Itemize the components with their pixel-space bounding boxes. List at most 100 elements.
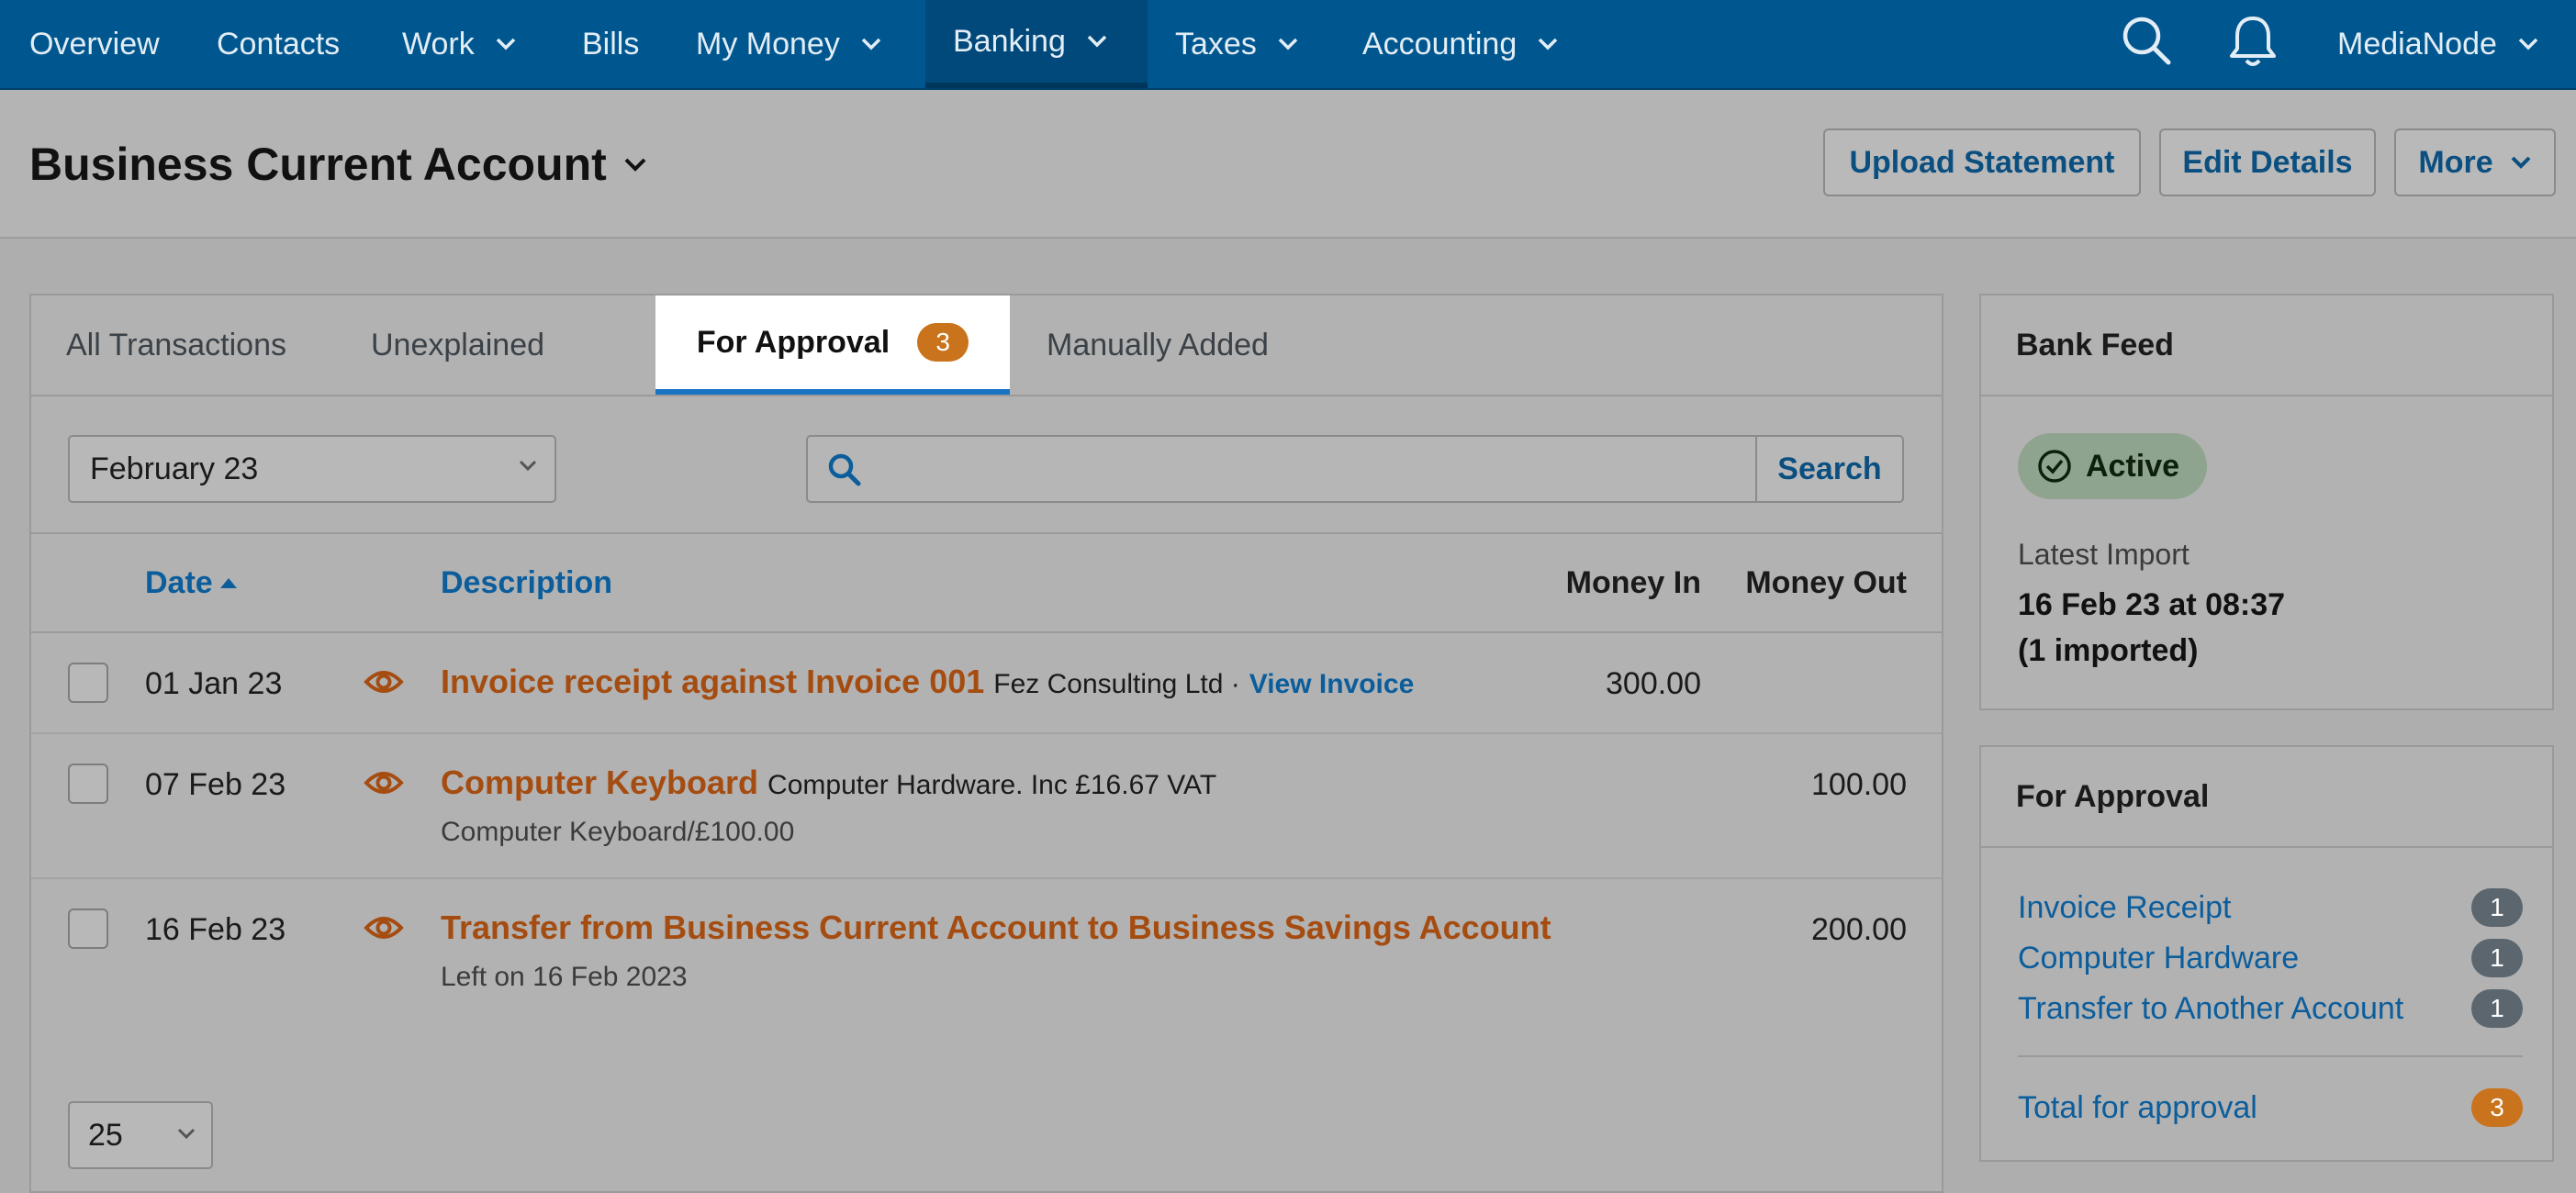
bank-feed-card: Bank Feed Active Latest Import 16 Feb 23…: [1979, 294, 2554, 710]
nav-contacts[interactable]: Contacts: [217, 0, 340, 88]
row-title-link[interactable]: Invoice receipt against Invoice 001: [441, 663, 984, 701]
row-meta: Computer Hardware. Inc £16.67 VAT: [767, 770, 1217, 800]
description-column-header[interactable]: Description: [441, 534, 612, 631]
row-date: 07 Feb 23: [145, 767, 286, 802]
eye-icon[interactable]: [364, 666, 404, 702]
row-money-out: 200.00: [1811, 912, 1907, 947]
per-page-value: 25: [88, 1117, 123, 1153]
chevron-down-icon: [1277, 37, 1299, 51]
table-row[interactable]: 16 Feb 23 Transfer from Business Current…: [31, 879, 1942, 1026]
check-circle-icon: [2036, 448, 2073, 485]
chevron-down-icon: [495, 37, 517, 51]
chevron-down-icon: [2510, 155, 2532, 170]
money-in-column-header: Money In: [1566, 534, 1701, 631]
tab-manual-label: Manually Added: [1047, 327, 1269, 362]
page-title: Business Current Account: [29, 139, 607, 190]
account-header: Business Current Account Upload Statemen…: [0, 90, 2576, 239]
search-input[interactable]: [881, 444, 1739, 496]
approval-item-transfer[interactable]: Transfer to Another Account 1: [2018, 986, 2523, 1031]
nav-work[interactable]: Work: [402, 0, 517, 88]
eye-icon[interactable]: [364, 912, 404, 948]
bell-icon[interactable]: [2225, 13, 2280, 72]
edit-details-button[interactable]: Edit Details: [2159, 128, 2376, 196]
bank-feed-title: Bank Feed: [1981, 295, 2552, 396]
month-select[interactable]: February 23: [68, 435, 556, 503]
row-date: 01 Jan 23: [145, 666, 283, 701]
tab-for-approval[interactable]: For Approval 3: [655, 295, 1010, 395]
eye-icon[interactable]: [364, 767, 404, 803]
search-icon: [826, 452, 863, 493]
month-select-value: February 23: [90, 451, 259, 486]
tab-all-transactions[interactable]: All Transactions: [66, 295, 286, 395]
nav-bills-label: Bills: [582, 26, 640, 61]
search-button[interactable]: Search: [1755, 435, 1904, 503]
filter-bar: February 23 Search: [31, 396, 1942, 534]
approval-item-computer-hardware[interactable]: Computer Hardware 1: [2018, 935, 2523, 981]
nav-bills[interactable]: Bills: [582, 0, 639, 88]
row-checkbox[interactable]: [68, 663, 108, 703]
tab-manually-added[interactable]: Manually Added: [1047, 295, 1269, 395]
approval-item-invoice-receipt[interactable]: Invoice Receipt 1: [2018, 885, 2523, 931]
latest-import-value: 16 Feb 23 at 08:37 (1 imported): [2018, 582, 2285, 674]
nav-overview-label: Overview: [29, 26, 160, 61]
for-approval-title: For Approval: [1981, 747, 2552, 848]
total-count-badge: 3: [2471, 1088, 2523, 1127]
search-field[interactable]: [806, 435, 1757, 503]
row-title-link[interactable]: Transfer from Business Current Account t…: [441, 909, 1551, 947]
top-navigation: Overview Contacts Work Bills My Money Ba…: [0, 0, 2576, 90]
chevron-down-icon: [2517, 37, 2539, 51]
tab-all-label: All Transactions: [66, 327, 286, 362]
count-badge: 1: [2471, 939, 2523, 977]
table-header: Date Description Money In Money Out: [31, 534, 1942, 633]
row-description: Invoice receipt against Invoice 001 Fez …: [441, 663, 1414, 701]
latest-import-label: Latest Import: [2018, 538, 2190, 571]
total-for-approval[interactable]: Total for approval 3: [2018, 1085, 2523, 1131]
user-name: MediaNode: [2337, 26, 2497, 61]
edit-details-label: Edit Details: [2182, 144, 2353, 180]
status-text: Active: [2086, 448, 2180, 484]
row-subtext: Left on 16 Feb 2023: [441, 962, 688, 992]
more-button[interactable]: More: [2394, 128, 2556, 196]
row-money-in: 300.00: [1606, 666, 1701, 701]
transactions-panel: All Transactions Unexplained For Approva…: [29, 294, 1943, 1193]
nav-overview[interactable]: Overview: [29, 0, 160, 88]
tab-approval-label: For Approval: [696, 324, 890, 360]
view-invoice-link[interactable]: View Invoice: [1249, 669, 1415, 700]
transaction-tabs: All Transactions Unexplained For Approva…: [31, 295, 1942, 396]
nav-my-money[interactable]: My Money: [696, 0, 882, 88]
latest-import-count: (1 imported): [2018, 633, 2199, 668]
money-out-header-label: Money Out: [1745, 564, 1907, 600]
count-badge: 1: [2471, 888, 2523, 927]
nav-taxes[interactable]: Taxes: [1175, 0, 1299, 88]
per-page-select[interactable]: 25: [68, 1101, 213, 1169]
user-menu[interactable]: MediaNode: [2337, 0, 2539, 88]
nav-accounting[interactable]: Accounting: [1362, 0, 1559, 88]
table-row[interactable]: 07 Feb 23 Computer Keyboard Computer Har…: [31, 734, 1942, 879]
nav-banking[interactable]: Banking: [925, 0, 1148, 88]
row-money-out: 100.00: [1811, 767, 1907, 802]
row-checkbox[interactable]: [68, 909, 108, 949]
search-icon[interactable]: [2119, 13, 2174, 68]
nav-taxes-label: Taxes: [1175, 26, 1257, 61]
chevron-down-icon: [1537, 37, 1559, 51]
money-in-header-label: Money In: [1565, 564, 1701, 600]
money-out-column-header: Money Out: [1745, 534, 1907, 631]
upload-statement-button[interactable]: Upload Statement: [1823, 128, 2141, 196]
chevron-down-icon: [518, 459, 538, 472]
nav-my-money-label: My Money: [696, 26, 840, 61]
chevron-down-icon: [860, 37, 882, 51]
divider: [2018, 1055, 2523, 1057]
account-selector[interactable]: Business Current Account: [29, 138, 647, 191]
row-checkbox[interactable]: [68, 764, 108, 804]
nav-banking-label: Banking: [953, 23, 1066, 59]
for-approval-card: For Approval Invoice Receipt 1 Computer …: [1979, 745, 2554, 1162]
row-title-link[interactable]: Computer Keyboard: [441, 764, 758, 802]
row-date: 16 Feb 23: [145, 912, 286, 947]
row-subtext: Computer Keyboard/£100.00: [441, 817, 795, 847]
table-row[interactable]: 01 Jan 23 Invoice receipt against Invoic…: [31, 633, 1942, 734]
date-header-label: Date: [145, 564, 213, 600]
tab-unexplained[interactable]: Unexplained: [371, 295, 544, 395]
date-column-header[interactable]: Date: [145, 534, 239, 631]
search-button-label: Search: [1777, 451, 1882, 486]
chevron-down-icon: [1086, 34, 1108, 49]
